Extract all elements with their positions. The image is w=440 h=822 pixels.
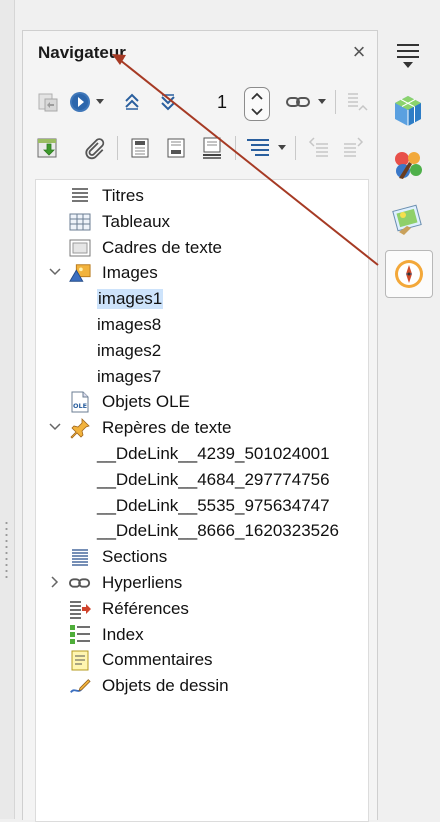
tree-category[interactable]: Tableaux <box>36 209 368 235</box>
tree-item-label: Tableaux <box>102 211 171 231</box>
tree-item-label: __DdeLink__4684_297774756 <box>97 469 330 489</box>
index-icon <box>69 624 91 645</box>
svg-text:OLE: OLE <box>73 402 87 410</box>
tree-item-label: Objets de dessin <box>102 676 229 696</box>
anchor-text-icon[interactable] <box>199 135 225 161</box>
toggle-master-view-icon[interactable] <box>35 89 61 115</box>
tree-category[interactable]: Sections <box>36 544 368 570</box>
tree-item-label: Repères de texte <box>102 418 232 438</box>
paperclip-icon[interactable] <box>81 135 107 161</box>
chevron-up-icon[interactable] <box>245 88 269 104</box>
page-number-field[interactable]: 1 <box>209 89 235 115</box>
navigator-toolbar-1: 1 <box>23 83 377 123</box>
close-button[interactable]: × <box>347 41 371 65</box>
navigator-title: Navigateur <box>38 43 126 62</box>
tree-item-label: __DdeLink__4239_501024001 <box>97 444 330 463</box>
chevron-right-icon[interactable] <box>48 575 62 589</box>
next-icon[interactable] <box>155 89 181 115</box>
styles-icon[interactable] <box>385 142 431 188</box>
tree-category[interactable]: Titres <box>36 183 368 209</box>
tree-item[interactable]: __DdeLink__5535_975634747 <box>36 493 368 519</box>
resize-grip[interactable] <box>5 520 8 580</box>
tree-item-label: images8 <box>97 315 162 334</box>
tree-item[interactable]: images2 <box>36 338 368 364</box>
tree-category[interactable]: Hyperliens <box>36 570 368 596</box>
tree-item-label: Hyperliens <box>102 573 183 592</box>
navigator-panel: Navigateur × 1 Titres Tableaux Cadres de… <box>22 30 378 822</box>
toolbar-separator <box>117 136 118 160</box>
ole-icon: OLE <box>69 391 91 413</box>
tree-item-label: images1 <box>97 289 164 310</box>
tree-category[interactable]: Références <box>36 596 368 622</box>
tree-item-label: Titres <box>102 186 144 205</box>
tree-item-label: Index <box>102 624 144 644</box>
tree-category[interactable]: Commentaires <box>36 647 368 673</box>
navigator-toolbar-2 <box>23 129 377 169</box>
tree-item-label: Objets OLE <box>102 392 190 412</box>
navigation-dropdown-icon[interactable] <box>95 89 105 115</box>
footer-icon[interactable] <box>163 135 189 161</box>
promote-level-icon[interactable] <box>343 89 369 115</box>
heading-levels-dropdown-icon[interactable] <box>277 135 287 161</box>
tree-item-label: Sections <box>102 547 168 567</box>
promote-chapter-icon[interactable] <box>339 135 365 161</box>
tree-category[interactable]: Index <box>36 622 368 648</box>
bookmark-pin-icon <box>69 418 91 439</box>
heading-levels-icon[interactable] <box>245 135 271 161</box>
drawing-icon <box>69 676 91 696</box>
previous-icon[interactable] <box>119 89 145 115</box>
tree-item-label: __DdeLink__5535_975634747 <box>97 495 330 515</box>
tree-item-label: Images <box>102 263 158 283</box>
tree-item[interactable]: __DdeLink__4684_297774756 <box>36 467 368 493</box>
link-icon <box>69 573 91 593</box>
tree-item[interactable]: __DdeLink__8666_1620323526 <box>36 518 368 544</box>
navigator-compass-icon[interactable] <box>385 250 433 298</box>
references-icon <box>69 599 91 619</box>
demote-chapter-icon[interactable] <box>307 135 333 161</box>
chevron-down-icon[interactable] <box>48 265 62 279</box>
left-window-edge <box>0 0 15 819</box>
tree-item-label: Commentaires <box>102 650 213 670</box>
toolbar-separator <box>335 90 336 114</box>
table-icon <box>69 212 91 232</box>
tree-item-label: Références <box>102 598 189 618</box>
tree-item[interactable]: __DdeLink__4239_501024001 <box>36 441 368 467</box>
drag-mode-dropdown-icon[interactable] <box>317 89 327 115</box>
page-number-stepper[interactable] <box>244 87 270 121</box>
tree-category[interactable]: OLE Objets OLE <box>36 389 368 415</box>
properties-icon[interactable] <box>385 88 431 134</box>
tree-item-label: __DdeLink__8666_1620323526 <box>97 521 340 541</box>
toolbar-separator <box>295 136 296 160</box>
tree-category[interactable]: Repères de texte <box>36 415 368 441</box>
gallery-icon[interactable] <box>385 196 431 242</box>
chevron-down-icon[interactable] <box>48 420 62 434</box>
images-icon <box>69 263 91 283</box>
header-icon[interactable] <box>127 135 153 161</box>
tree-item-label: images7 <box>97 366 162 386</box>
tree-category[interactable]: Cadres de texte <box>36 235 368 261</box>
tree-category[interactable]: Objets de dessin <box>36 673 368 699</box>
sidebar-deck <box>380 30 440 819</box>
insert-icon[interactable] <box>35 135 61 161</box>
chevron-down-icon[interactable] <box>245 104 269 120</box>
drag-mode-link-icon[interactable] <box>285 89 311 115</box>
sidebar-menu-icon[interactable] <box>385 32 431 78</box>
sections-icon <box>69 547 91 567</box>
tree-item[interactable]: images8 <box>36 312 368 338</box>
frame-icon <box>69 238 91 258</box>
navigation-play-icon[interactable] <box>67 89 93 115</box>
tree-category[interactable]: Images <box>36 260 368 286</box>
tree-item[interactable]: images7 <box>36 364 368 390</box>
toolbar-separator <box>235 136 236 160</box>
navigator-tree[interactable]: Titres Tableaux Cadres de texte Images image… <box>35 179 369 822</box>
comment-icon <box>69 650 91 671</box>
tree-item[interactable]: images1 <box>36 286 368 312</box>
tree-item-label: Cadres de texte <box>102 237 223 257</box>
navigator-header: Navigateur × <box>23 31 377 75</box>
tree-item-label: images2 <box>97 340 162 360</box>
headings-icon <box>69 186 91 206</box>
